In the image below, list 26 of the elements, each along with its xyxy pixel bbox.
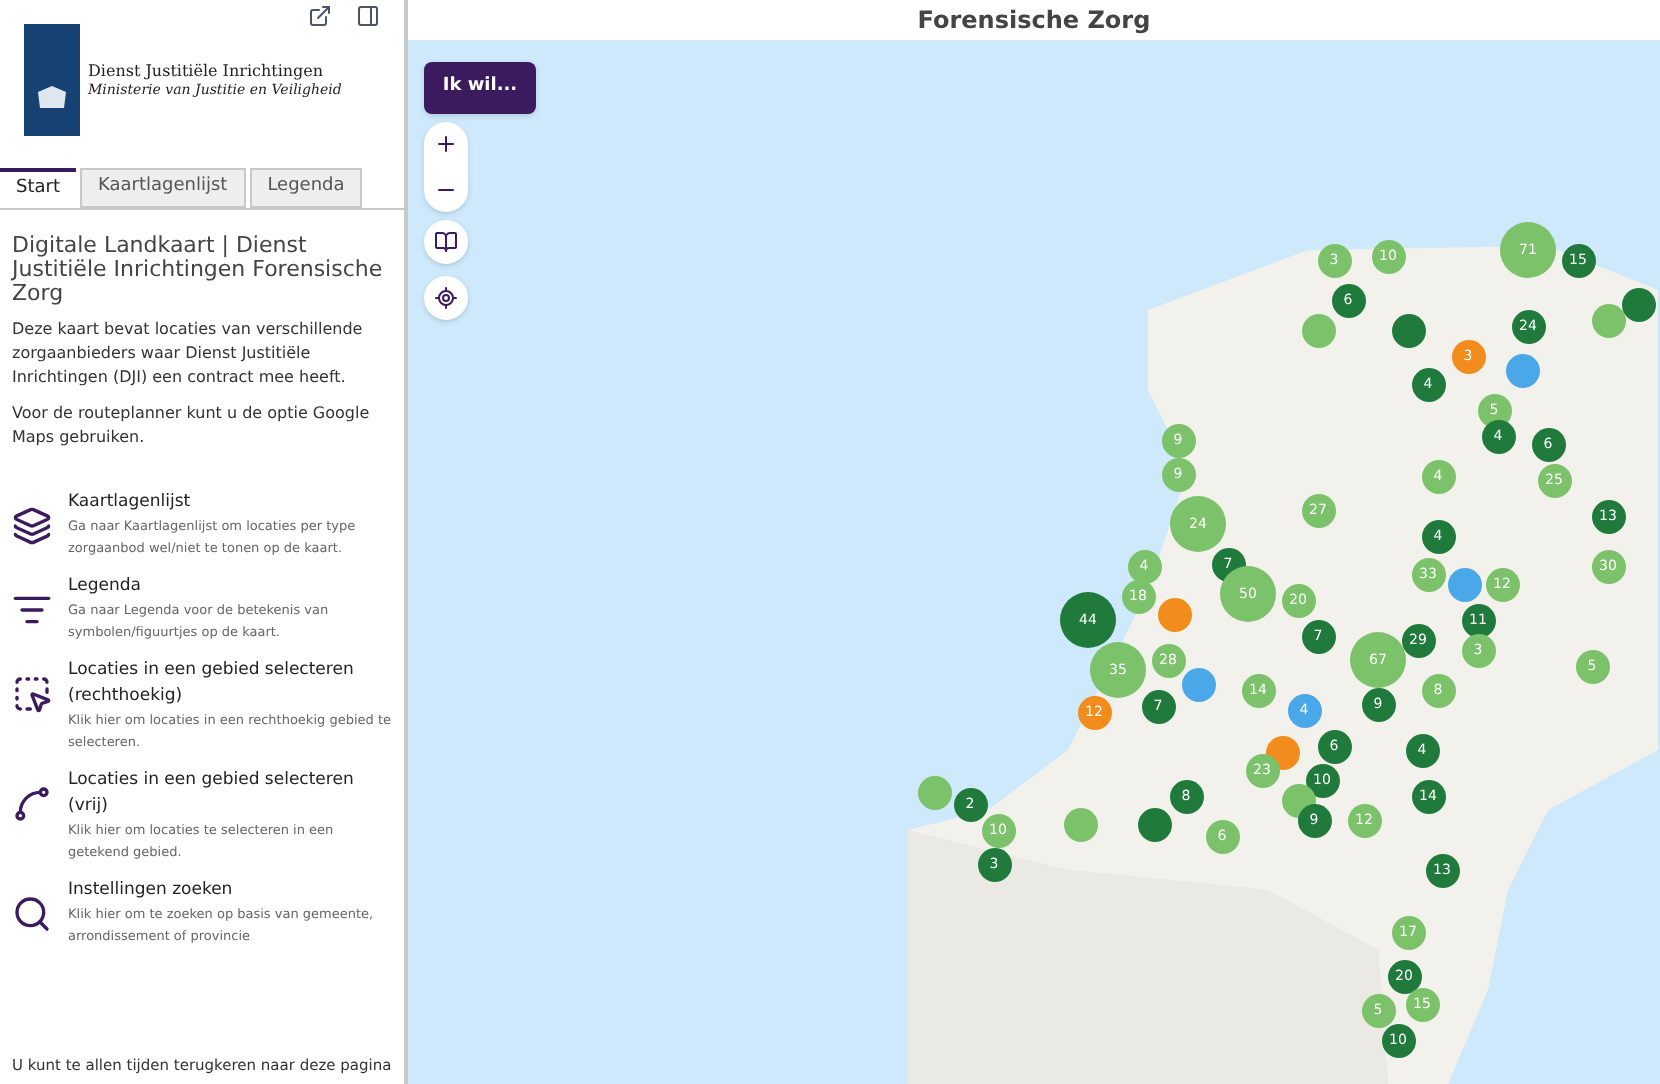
tab[interactable]: Legenda	[249, 168, 363, 208]
sidebar-heading: Digitale Landkaart | Dienst Justitiële Inrichtingen Forensische Zorg	[12, 234, 385, 306]
locate-icon	[434, 286, 458, 310]
tool-link[interactable]: Legenda	[68, 574, 392, 600]
intro-paragraph: Deze kaart bevat locaties van verschillende zorgaanbieders waar Dienst Justitiële Inrichtingen (DJI) een contract mee heeft.	[12, 318, 365, 390]
map-title: Forensische Zorg	[917, 4, 1151, 38]
menu-button[interactable]: Ik wil...	[424, 62, 536, 114]
logo-title: Dienst Justitiële Inrichtingen	[88, 61, 326, 82]
layers-icon	[12, 506, 52, 546]
logo-emblem	[24, 24, 80, 136]
panel-icon[interactable]	[356, 4, 380, 28]
freehand-select-icon	[12, 784, 52, 824]
book-icon	[434, 230, 458, 254]
popout-icon[interactable]	[308, 4, 332, 28]
zoom-in-icon[interactable]	[434, 132, 458, 157]
tool-link[interactable]: Kaartlagenlijst	[68, 490, 392, 516]
rectangle-select-icon	[12, 674, 52, 714]
legend-map-button[interactable]	[424, 220, 468, 264]
locate-button[interactable]	[424, 276, 468, 320]
tool-link[interactable]: Locaties in een gebied selecteren (vrij)	[68, 768, 392, 820]
search-icon	[12, 894, 52, 934]
tab[interactable]: Kaartlagenlijst	[80, 168, 246, 208]
tool-link[interactable]: Instellingen zoeken	[68, 878, 392, 904]
intro-paragraph: Voor de routeplanner kunt u de optie Google Maps gebruiken.	[12, 402, 372, 450]
tool-link[interactable]: Locaties in een gebied selecteren (rechthoekig)	[68, 658, 392, 710]
cluster-marker[interactable]	[917, 775, 951, 809]
